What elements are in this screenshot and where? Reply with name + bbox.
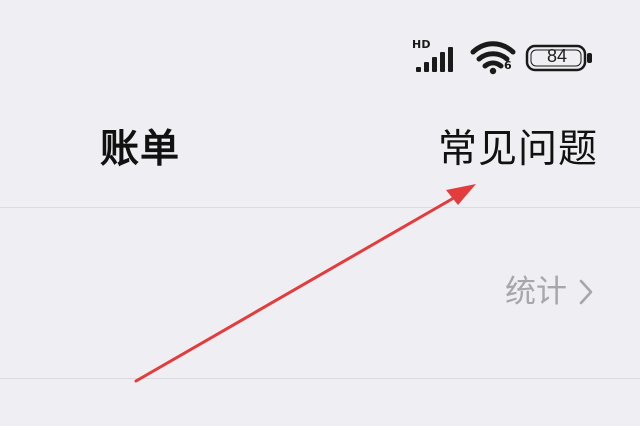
page-title: 账单 (100, 127, 181, 172)
status-bar: HD 6 84 (0, 0, 640, 90)
faq-link[interactable]: 常见问题 (438, 126, 598, 174)
top-divider (0, 207, 640, 208)
battery-level: 84 (546, 46, 568, 66)
wifi-badge: 6 (504, 59, 512, 72)
stats-label: 统计 (505, 274, 567, 310)
bottom-divider (0, 378, 640, 379)
stats-link[interactable]: 统计 (505, 268, 597, 316)
page-header: 账单 常见问题 (0, 110, 640, 205)
cellular-signal-icon (416, 47, 453, 72)
chevron-right-icon (579, 279, 593, 305)
